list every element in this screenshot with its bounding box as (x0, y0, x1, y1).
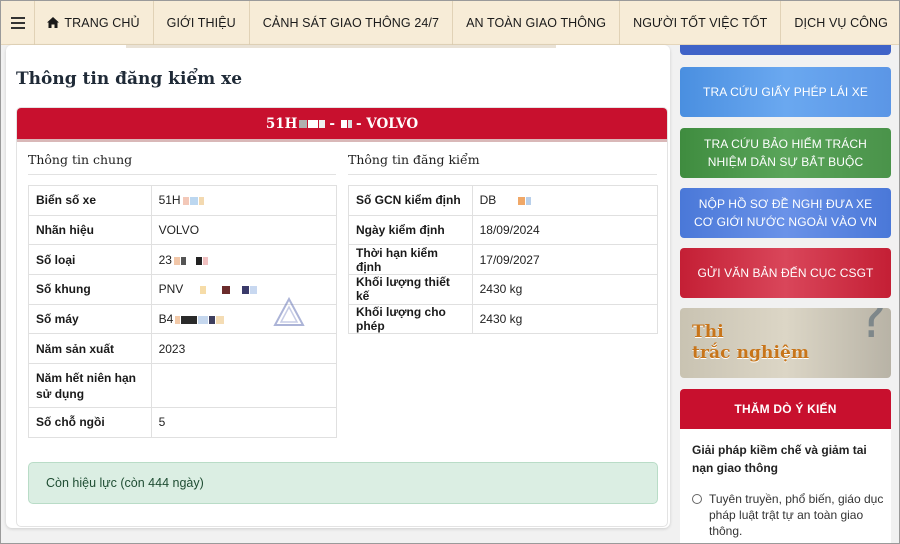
nav-good-people[interactable]: NGƯỜI TỐT VIỆC TỐT (620, 1, 782, 45)
divider (28, 174, 336, 175)
poll-title: THĂM DÒ Ý KIẾN (680, 389, 891, 429)
table-row: Số loại 23 (28, 244, 338, 276)
nav-about[interactable]: GIỚI THIỆU (154, 1, 250, 45)
nav-public-services[interactable]: DỊCH VỤ CÔNG (781, 1, 899, 45)
page-title: Thông tin đăng kiểm xe (16, 69, 243, 89)
value-model: 23 (150, 244, 338, 276)
table-row: Năm hết niên hạn sử dụng (28, 363, 338, 409)
banner-license-lookup[interactable]: TRA CỨU GIẤY PHÉP LÁI XE (680, 67, 891, 117)
table-row: Nhãn hiệu VOLVO (28, 214, 338, 246)
table-row: Ngày kiểm định 18/09/2024 (348, 214, 659, 246)
nav-home-label: TRANG CHỦ (64, 15, 140, 30)
value-certificate-no: DB (471, 185, 659, 216)
validity-status: Còn hiệu lực (còn 444 ngày) (28, 462, 658, 504)
value-expiry: 17/09/2027 (471, 244, 659, 276)
radio-button[interactable] (692, 494, 702, 504)
divider (126, 45, 556, 48)
label-certificate-no: Số GCN kiểm định (348, 185, 473, 216)
redacted-block (518, 197, 532, 206)
table-row: Biển số xe 51H (28, 185, 338, 216)
table-row: Số chỗ ngồi 5 (28, 407, 338, 438)
nav-home[interactable]: TRANG CHỦ (35, 1, 154, 45)
value-end-of-life (150, 363, 338, 409)
label-design-weight: Khối lượng thiết kế (348, 274, 473, 305)
nav-traffic-safety[interactable]: AN TOÀN GIAO THÔNG (453, 1, 621, 45)
label-engine: Số máy (28, 303, 152, 335)
poll-option-label: Tuyên truyền, phổ biến, giáo dục pháp lu… (709, 492, 884, 538)
vehicle-plate-header: 51H - - VOLVO (17, 108, 667, 142)
table-row: Năm sản xuất 2023 (28, 333, 338, 365)
inspection-info-table: Số GCN kiểm định DB Ngày kiểm định 18/09… (348, 185, 659, 335)
poll-option[interactable]: Tuyên truyền, phổ biến, giáo dục pháp lu… (692, 491, 887, 539)
browser-frame: TRANG CHỦ GIỚI THIỆU CẢNH SÁT GIAO THÔNG… (0, 0, 900, 544)
value-plate: 51H (150, 185, 338, 216)
label-seats: Số chỗ ngồi (28, 407, 152, 438)
banner-foreign-vehicle[interactable]: NỘP HỒ SƠ ĐỀ NGHỊ ĐƯA XE CƠ GIỚI NƯỚC NG… (680, 188, 891, 238)
table-row: Khối lượng thiết kế 2430 kg (348, 274, 659, 305)
question-mark-icon: ? (858, 308, 887, 350)
divider (348, 174, 657, 175)
value-brand: VOLVO (150, 214, 338, 246)
value-allowed-weight: 2430 kg (471, 303, 659, 335)
value-year: 2023 (150, 333, 338, 365)
redacted-block (299, 119, 326, 128)
label-inspection-date: Ngày kiểm định (348, 214, 473, 246)
plate-brand: - VOLVO (355, 115, 419, 132)
sidebar-banner-partial[interactable] (680, 45, 891, 55)
label-chassis: Số khung (28, 274, 152, 305)
banner-quiz[interactable]: Thi trắc nghiệm ? (680, 308, 891, 378)
label-year: Năm sản xuất (28, 333, 152, 365)
banner-insurance-lookup[interactable]: TRA CỨU BẢO HIỂM TRÁCH NHIỆM DÂN SỰ BẮT … (680, 128, 891, 178)
redacted-block (185, 286, 258, 295)
watermark-logo-icon (273, 296, 305, 326)
label-plate: Biển số xe (28, 185, 152, 216)
table-row: Thời hạn kiểm định 17/09/2027 (348, 244, 659, 276)
label-model: Số loại (28, 244, 152, 276)
quiz-title: Thi trắc nghiệm (692, 322, 810, 363)
value-inspection-date: 18/09/2024 (471, 214, 659, 246)
redacted-block (340, 119, 352, 128)
nav-traffic-police[interactable]: CẢNH SÁT GIAO THÔNG 24/7 (250, 1, 454, 45)
plate-dash: - (329, 115, 335, 132)
value-seats: 5 (150, 407, 338, 438)
redacted-block (182, 197, 204, 206)
value-design-weight: 2430 kg (471, 274, 659, 305)
home-icon (47, 17, 60, 28)
top-nav: TRANG CHỦ GIỚI THIỆU CẢNH SÁT GIAO THÔNG… (1, 1, 899, 45)
table-row: Khối lượng cho phép 2430 kg (348, 303, 659, 335)
poll-question: Giải pháp kiềm chế và giảm tai nạn giao … (692, 443, 867, 475)
label-brand: Nhãn hiệu (28, 214, 152, 246)
label-allowed-weight: Khối lượng cho phép (348, 303, 473, 335)
label-expiry: Thời hạn kiểm định (348, 244, 473, 276)
general-info-title: Thông tin chung (28, 152, 133, 167)
inspection-info-title: Thông tin đăng kiểm (348, 152, 480, 167)
main-panel: Thông tin đăng kiểm xe 51H - - VOLVO Thô… (6, 45, 670, 528)
sidebar: TRA CỨU GIẤY PHÉP LÁI XE TRA CỨU BẢO HIỂ… (680, 45, 891, 543)
banner-send-document[interactable]: GỬI VĂN BẢN ĐẾN CỤC CSGT (680, 248, 891, 298)
menu-icon[interactable] (1, 1, 36, 45)
plate-prefix: 51H (265, 115, 298, 132)
redacted-block (175, 315, 225, 324)
label-end-of-life: Năm hết niên hạn sử dụng (28, 363, 152, 409)
table-row: Số GCN kiểm định DB (348, 185, 659, 216)
poll-widget: THĂM DÒ Ý KIẾN Giải pháp kiềm chế và giả… (680, 389, 891, 543)
redacted-block (173, 256, 208, 265)
